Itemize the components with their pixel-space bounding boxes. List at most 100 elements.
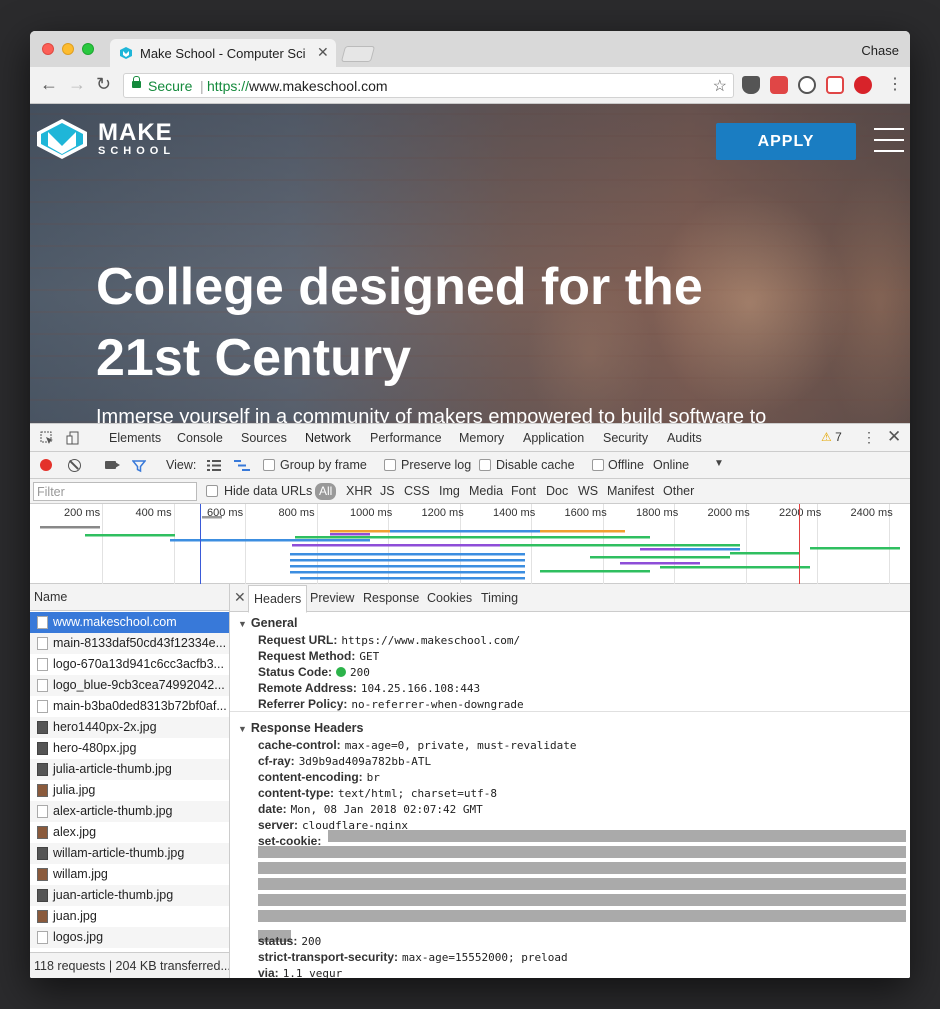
view-label: View:	[166, 458, 197, 472]
request-row[interactable]: hero1440px-2x.jpg	[30, 717, 229, 738]
request-row[interactable]: julia.jpg	[30, 780, 229, 801]
tab-security[interactable]: Security	[603, 431, 648, 445]
image-file-icon	[37, 826, 48, 839]
warnings-badge[interactable]: ⚠ 7	[821, 430, 842, 444]
bookmark-star-icon[interactable]: ☆	[713, 76, 727, 96]
type-filter-css[interactable]: CSS	[404, 484, 430, 498]
offline-checkbox[interactable]	[592, 459, 604, 471]
logo-make: MAKE	[98, 119, 173, 146]
tab-preview[interactable]: Preview	[310, 591, 354, 605]
pocket-extension-icon[interactable]	[742, 76, 760, 94]
group-by-frame-checkbox[interactable]	[263, 459, 275, 471]
details-close-icon[interactable]: ✕	[234, 589, 246, 606]
header-row: strict-transport-security: max-age=155520…	[258, 950, 568, 964]
name-column-header[interactable]: Name	[30, 584, 229, 611]
tab-network[interactable]: Network	[299, 431, 357, 454]
type-filter-img[interactable]: Img	[439, 484, 460, 498]
devtools-menu-icon[interactable]: ⋮	[862, 429, 876, 446]
request-row[interactable]: logo_blue-9cb3cea74992042...	[30, 675, 229, 696]
request-row[interactable]: main-b3ba0ded8313b72bf0af...	[30, 696, 229, 717]
new-tab-button[interactable]	[340, 46, 376, 62]
preserve-log-label: Preserve log	[401, 458, 472, 472]
request-row[interactable]: juan.jpg	[30, 906, 229, 927]
throttling-select[interactable]: Online	[653, 458, 689, 472]
tab-memory[interactable]: Memory	[459, 431, 504, 445]
header-row: Referrer Policy: no-referrer-when-downgra…	[258, 697, 524, 711]
back-icon[interactable]: ←	[40, 74, 58, 95]
profile-name[interactable]: Chase	[861, 43, 899, 58]
tab-timing[interactable]: Timing	[481, 591, 518, 605]
response-headers-section-title[interactable]: ▼ Response Headers	[238, 721, 363, 735]
type-filter-doc[interactable]: Doc	[546, 484, 568, 498]
request-row[interactable]: willam-article-thumb.jpg	[30, 843, 229, 864]
hide-data-urls-checkbox[interactable]	[206, 485, 218, 497]
minimize-window-button[interactable]	[62, 43, 74, 55]
type-filter-all[interactable]: All	[315, 483, 337, 500]
request-row[interactable]: alex.jpg	[30, 822, 229, 843]
record-icon[interactable]	[40, 459, 52, 471]
overview-request-bar	[300, 577, 525, 580]
close-window-button[interactable]	[42, 43, 54, 55]
header-row: cf-ray: 3d9b9ad409a782bb-ATL	[258, 754, 431, 768]
tab-elements[interactable]: Elements	[109, 431, 161, 445]
tab-audits[interactable]: Audits	[667, 431, 702, 445]
forward-icon[interactable]: →	[68, 74, 86, 95]
logo-text[interactable]: MAKE SCHOOL	[98, 121, 175, 158]
url-text[interactable]: https://www.makeschool.com	[207, 78, 388, 94]
disable-cache-checkbox[interactable]	[479, 459, 491, 471]
network-overview-timeline[interactable]: 200 ms 400 ms 600 ms 800 ms 1000 ms 1200 ms 14…	[30, 504, 910, 584]
clear-icon[interactable]	[68, 459, 81, 472]
reload-icon[interactable]: ↻	[96, 74, 111, 95]
tab-application[interactable]: Application	[523, 431, 584, 445]
type-filter-other[interactable]: Other	[663, 484, 694, 498]
device-toolbar-icon[interactable]	[66, 431, 80, 445]
request-row[interactable]: alex-article-thumb.jpg	[30, 801, 229, 822]
devtools-close-icon[interactable]: ✕	[887, 427, 901, 447]
request-row[interactable]: hero-480px.jpg	[30, 738, 229, 759]
browser-window: Make School - Computer Scien ✕ Chase ← →…	[30, 31, 910, 978]
request-row[interactable]: main-8133daf50cd43f12334e...	[30, 633, 229, 654]
dom-content-loaded-marker	[200, 504, 201, 584]
request-row[interactable]: logos.jpg	[30, 927, 229, 948]
apply-button[interactable]: APPLY	[716, 123, 856, 160]
browser-tab[interactable]: Make School - Computer Scien ✕	[110, 39, 336, 67]
tab-cookies[interactable]: Cookies	[427, 591, 472, 605]
waterfall-overview-icon[interactable]	[234, 460, 250, 471]
general-section-title[interactable]: ▼ General	[238, 616, 297, 630]
address-bar[interactable]: Secure | https://www.makeschool.com ☆	[123, 73, 734, 98]
request-row[interactable]: logo-670a13d941c6cc3acfb3...	[30, 654, 229, 675]
request-row[interactable]: juan-article-thumb.jpg	[30, 885, 229, 906]
stack-extension-icon[interactable]	[770, 76, 788, 94]
tab-response[interactable]: Response	[363, 591, 419, 605]
request-row[interactable]: www.makeschool.com	[30, 612, 229, 633]
vivaldi-extension-icon[interactable]	[854, 76, 872, 94]
preserve-log-checkbox[interactable]	[384, 459, 396, 471]
plus-extension-icon[interactable]	[826, 76, 844, 94]
tab-performance[interactable]: Performance	[370, 431, 442, 445]
inspect-element-icon[interactable]	[40, 431, 54, 445]
throttling-dropdown-icon[interactable]: ▼	[714, 458, 724, 469]
request-row[interactable]: willam.jpg	[30, 864, 229, 885]
type-filter-xhr[interactable]: XHR	[346, 484, 372, 498]
zoom-window-button[interactable]	[82, 43, 94, 55]
type-filter-font[interactable]: Font	[511, 484, 536, 498]
image-file-icon	[37, 784, 48, 797]
type-filter-js[interactable]: JS	[380, 484, 395, 498]
type-filter-ws[interactable]: WS	[578, 484, 598, 498]
header-row: Request URL: https://www.makeschool.com/	[258, 633, 520, 647]
large-rows-icon[interactable]	[207, 460, 221, 471]
make-school-logo-icon[interactable]	[36, 118, 88, 160]
hamburger-menu-icon[interactable]	[874, 128, 904, 152]
info-extension-icon[interactable]	[798, 76, 816, 94]
browser-menu-icon[interactable]: ⋮	[887, 74, 903, 94]
tab-headers[interactable]: Headers	[248, 585, 308, 613]
filter-funnel-icon[interactable]	[132, 459, 146, 473]
filter-input[interactable]: Filter	[33, 482, 197, 501]
type-filter-media[interactable]: Media	[469, 484, 503, 498]
type-filter-manifest[interactable]: Manifest	[607, 484, 654, 498]
tab-console[interactable]: Console	[177, 431, 223, 445]
tab-sources[interactable]: Sources	[241, 431, 287, 445]
tab-close-icon[interactable]: ✕	[317, 44, 329, 61]
request-row[interactable]: julia-article-thumb.jpg	[30, 759, 229, 780]
capture-screenshots-icon[interactable]	[105, 461, 120, 469]
